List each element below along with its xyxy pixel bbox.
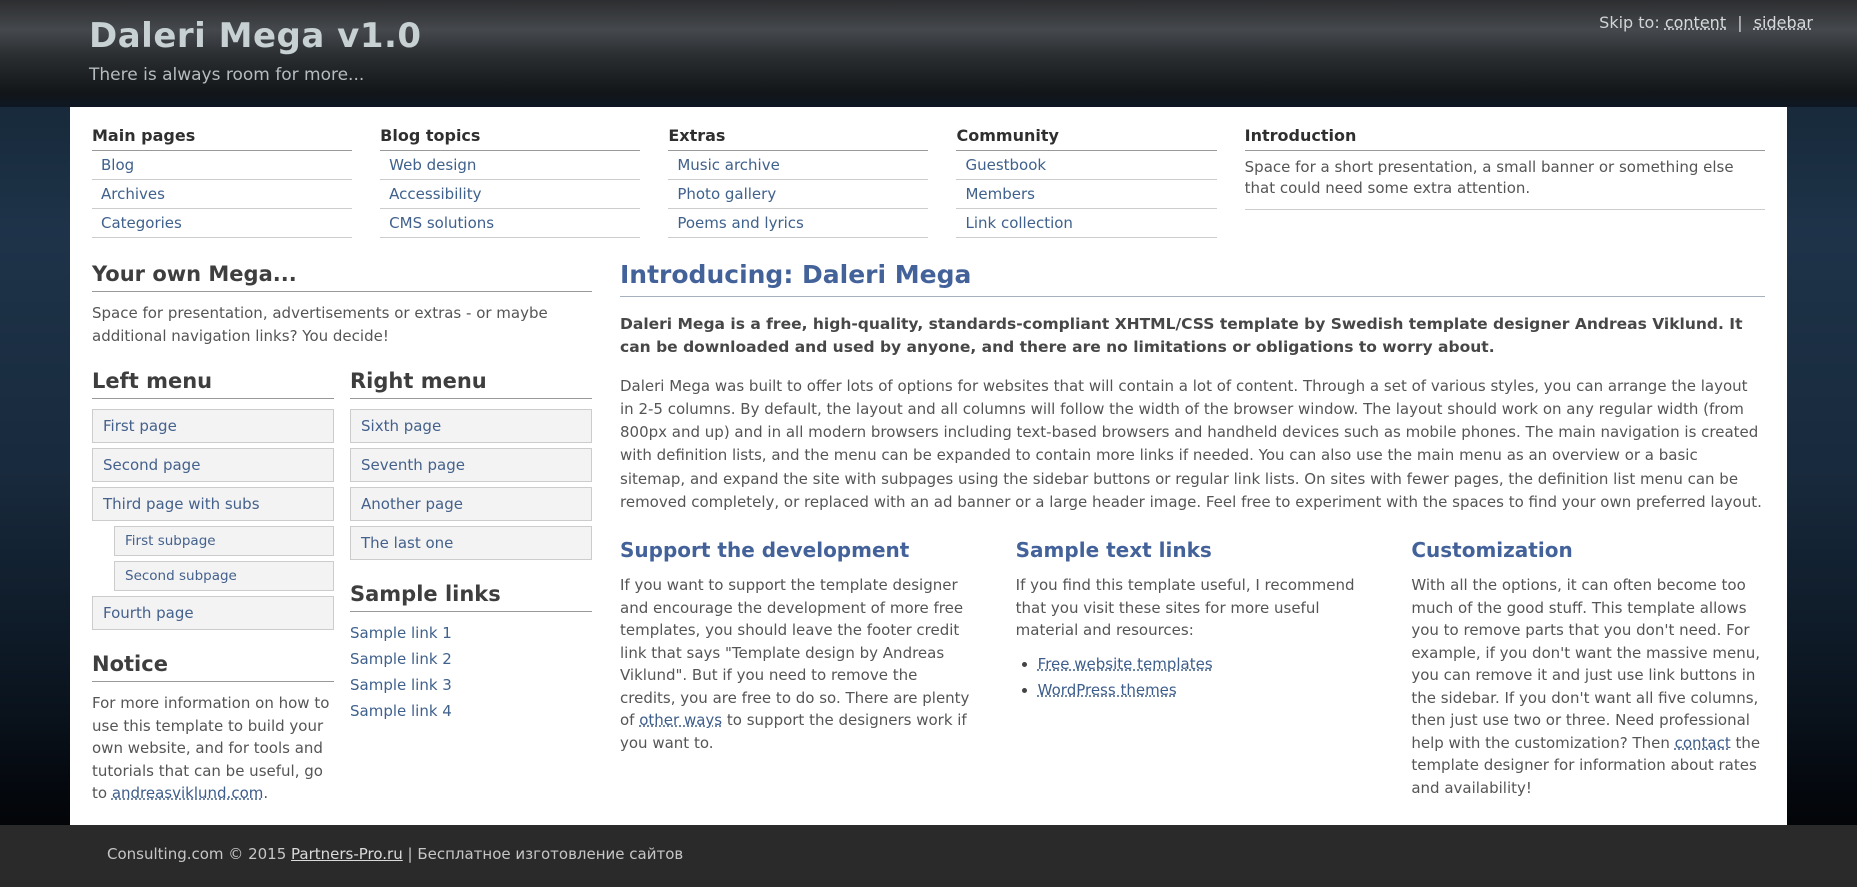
- skip-to-sidebar-link[interactable]: sidebar: [1754, 13, 1813, 32]
- notice-heading: Notice: [92, 652, 334, 682]
- article-columns: Support the development If you want to s…: [620, 538, 1765, 799]
- sidebar-menus: Left menu First page Second page Third p…: [92, 347, 592, 805]
- nav-link-categories[interactable]: Categories: [92, 209, 352, 238]
- free-website-templates-link[interactable]: Free website templates: [1038, 655, 1213, 673]
- intro-paragraph: Daleri Mega is a free, high-quality, sta…: [620, 313, 1765, 360]
- sidebar-left-menu-column: Left menu First page Second page Third p…: [92, 347, 334, 805]
- list-item: Free website templates: [1038, 655, 1370, 673]
- site-tagline: There is always room for more...: [89, 65, 1857, 85]
- customization-heading: Customization: [1411, 538, 1765, 562]
- column-support-the-development: Support the development If you want to s…: [620, 538, 974, 799]
- main-navigation: Main pages Blog Archives Categories Blog…: [92, 123, 1765, 250]
- skip-to-content-link[interactable]: content: [1665, 13, 1726, 32]
- sample-link-2[interactable]: Sample link 2: [350, 648, 592, 670]
- site-title: Daleri Mega v1.0: [89, 16, 1857, 56]
- menu-button-first-subpage[interactable]: First subpage: [114, 526, 334, 556]
- nav-introduction-text: Space for a short presentation, a small …: [1245, 151, 1765, 210]
- sample-link-3[interactable]: Sample link 3: [350, 674, 592, 696]
- notice-text-post: .: [263, 784, 268, 802]
- menu-button-seventh-page[interactable]: Seventh page: [350, 448, 592, 482]
- wordpress-themes-link[interactable]: WordPress themes: [1038, 681, 1177, 699]
- nav-heading: Extras: [668, 123, 928, 151]
- footer: Consulting.com © 2015 Partners-Pro.ru | …: [0, 825, 1857, 887]
- nav-link-members[interactable]: Members: [956, 180, 1216, 209]
- list-item: WordPress themes: [1038, 681, 1370, 699]
- menu-button-the-last-one[interactable]: The last one: [350, 526, 592, 560]
- column-sample-text-links: Sample text links If you find this templ…: [1016, 538, 1370, 799]
- sidebar-right-menu-column: Right menu Sixth page Seventh page Anoth…: [350, 347, 592, 805]
- menu-button-fourth-page[interactable]: Fourth page: [92, 596, 334, 630]
- nav-link-cms-solutions[interactable]: CMS solutions: [380, 209, 640, 238]
- support-text: If you want to support the template desi…: [620, 574, 974, 754]
- other-ways-link[interactable]: other ways: [639, 711, 722, 729]
- nav-link-poems-and-lyrics[interactable]: Poems and lyrics: [668, 209, 928, 238]
- nav-column-main-pages: Main pages Blog Archives Categories: [92, 123, 352, 238]
- sample-links-heading: Sample links: [350, 582, 592, 612]
- menu-button-second-subpage[interactable]: Second subpage: [114, 561, 334, 591]
- nav-column-extras: Extras Music archive Photo gallery Poems…: [668, 123, 928, 238]
- menu-button-third-page-with-subs[interactable]: Third page with subs: [92, 487, 334, 521]
- partners-pro-link[interactable]: Partners-Pro.ru: [291, 845, 403, 863]
- nav-column-community: Community Guestbook Members Link collect…: [956, 123, 1216, 238]
- sidebar-heading-your-own-mega: Your own Mega...: [92, 262, 592, 292]
- support-text-pre: If you want to support the template desi…: [620, 576, 969, 729]
- nav-column-blog-topics: Blog topics Web design Accessibility CMS…: [380, 123, 640, 238]
- menu-button-second-page[interactable]: Second page: [92, 448, 334, 482]
- nav-heading: Community: [956, 123, 1216, 151]
- nav-column-introduction: Introduction Space for a short presentat…: [1245, 123, 1765, 238]
- nav-heading: Blog topics: [380, 123, 640, 151]
- nav-link-link-collection[interactable]: Link collection: [956, 209, 1216, 238]
- nav-link-music-archive[interactable]: Music archive: [668, 151, 928, 180]
- sample-text-links-heading: Sample text links: [1016, 538, 1370, 562]
- menu-button-first-page[interactable]: First page: [92, 409, 334, 443]
- content-columns: Your own Mega... Space for presentation,…: [92, 250, 1765, 805]
- footer-text-pre: Consulting.com © 2015: [107, 845, 291, 863]
- menu-button-another-page[interactable]: Another page: [350, 487, 592, 521]
- nav-link-guestbook[interactable]: Guestbook: [956, 151, 1216, 180]
- andreasviklund-link[interactable]: andreasviklund.com: [112, 784, 264, 802]
- customization-text-pre: With all the options, it can often becom…: [1411, 576, 1760, 752]
- page-title: Introducing: Daleri Mega: [620, 260, 1765, 297]
- nav-link-accessibility[interactable]: Accessibility: [380, 180, 640, 209]
- nav-heading: Introduction: [1245, 123, 1765, 151]
- column-customization: Customization With all the options, it c…: [1411, 538, 1765, 799]
- support-heading: Support the development: [620, 538, 974, 562]
- footer-text-post: | Бесплатное изготовление сайтов: [403, 845, 684, 863]
- sidebar: Your own Mega... Space for presentation,…: [92, 256, 592, 805]
- skip-separator: |: [1737, 13, 1742, 32]
- main-content: Introducing: Daleri Mega Daleri Mega is …: [620, 256, 1765, 805]
- skip-label: Skip to:: [1599, 13, 1660, 32]
- left-menu-heading: Left menu: [92, 369, 334, 399]
- notice-text: For more information on how to use this …: [92, 692, 334, 805]
- main-container: Main pages Blog Archives Categories Blog…: [70, 107, 1787, 825]
- header: Skip to: content | sidebar Daleri Mega v…: [0, 0, 1857, 107]
- nav-link-web-design[interactable]: Web design: [380, 151, 640, 180]
- right-menu-heading: Right menu: [350, 369, 592, 399]
- sample-text-links-list: Free website templates WordPress themes: [1038, 655, 1370, 699]
- customization-text: With all the options, it can often becom…: [1411, 574, 1765, 799]
- skip-links: Skip to: content | sidebar: [1599, 13, 1813, 32]
- sidebar-mega-text: Space for presentation, advertisements o…: [92, 302, 592, 347]
- nav-heading: Main pages: [92, 123, 352, 151]
- sample-text-links-text: If you find this template useful, I reco…: [1016, 574, 1370, 642]
- menu-button-sixth-page[interactable]: Sixth page: [350, 409, 592, 443]
- contact-link[interactable]: contact: [1675, 734, 1731, 752]
- sample-link-1[interactable]: Sample link 1: [350, 622, 592, 644]
- nav-link-photo-gallery[interactable]: Photo gallery: [668, 180, 928, 209]
- sample-link-4[interactable]: Sample link 4: [350, 700, 592, 722]
- nav-link-blog[interactable]: Blog: [92, 151, 352, 180]
- body-paragraph: Daleri Mega was built to offer lots of o…: [620, 375, 1765, 515]
- nav-link-archives[interactable]: Archives: [92, 180, 352, 209]
